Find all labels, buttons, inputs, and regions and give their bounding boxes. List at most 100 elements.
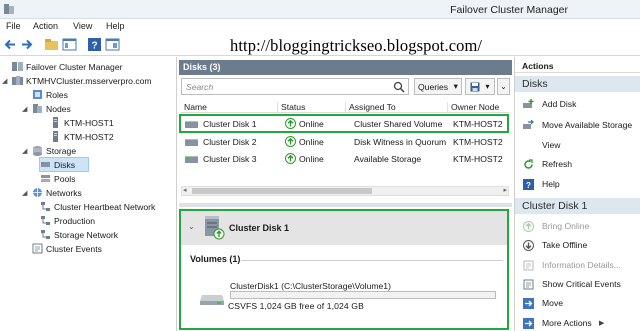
nodes-icon	[33, 104, 42, 113]
expanded-icon[interactable]: ◢	[2, 77, 10, 85]
networks-icon	[33, 188, 42, 197]
navigation-tree: Failover Cluster Manager ◢ KTMHVCluster.…	[0, 57, 177, 331]
tree-item-heartbeat-network[interactable]: Cluster Heartbeat Network	[40, 200, 155, 213]
cluster-icon	[12, 76, 23, 85]
expanded-icon[interactable]: ◢	[22, 189, 30, 197]
tree-label: Nodes	[46, 103, 71, 114]
disk-assigned-to: Available Storage	[354, 154, 422, 164]
tree-item-networks[interactable]: ◢ Networks	[22, 186, 82, 199]
submenu-arrow-icon: ▶	[599, 320, 605, 327]
tree-label: Cluster Events	[46, 243, 102, 254]
menu-action[interactable]: Action	[33, 21, 58, 31]
queries-button[interactable]: Queries ▾	[414, 78, 462, 95]
tree-item-disks[interactable]: Disks	[39, 157, 89, 172]
console-tree-icon[interactable]	[62, 37, 77, 52]
table-row[interactable]: Cluster Disk 3 Online Available Storage …	[181, 152, 507, 167]
tree-label: KTMHVCluster.msserverpro.com	[26, 75, 152, 86]
menu-help[interactable]: Help	[106, 21, 125, 31]
search-input[interactable]: Search	[181, 78, 409, 95]
action-add-disk[interactable]: Add Disk	[515, 96, 640, 112]
failover-manager-icon	[12, 62, 23, 71]
action-information-details[interactable]: Information Details...	[515, 257, 640, 273]
column-assigned-to[interactable]: Assigned To	[345, 102, 445, 113]
actions-pane: Actions Disks Add Disk Move Available St…	[514, 57, 640, 331]
action-label: Bring Online	[542, 221, 590, 231]
refresh-icon	[524, 158, 533, 169]
disk-status: Online	[299, 137, 324, 147]
horizontal-scrollbar[interactable]: ◂ ▸	[181, 186, 509, 196]
action-label: Show Critical Events	[542, 279, 621, 289]
tree-label: Roles	[46, 89, 68, 100]
action-help[interactable]: ? Help	[515, 176, 640, 192]
actions-section-disks[interactable]: Disks	[515, 76, 640, 92]
search-icon[interactable]	[393, 81, 405, 93]
scroll-right-icon[interactable]: ▸	[503, 186, 507, 194]
disk-icon	[185, 156, 198, 163]
take-offline-icon	[523, 239, 534, 251]
tree-label: Storage	[46, 145, 77, 156]
tree-label: KTM-HOST2	[64, 131, 114, 142]
storage-icon	[33, 146, 42, 156]
pools-icon	[41, 175, 50, 182]
properties-icon[interactable]	[105, 37, 120, 52]
roles-icon	[33, 90, 42, 99]
action-move[interactable]: Move	[515, 295, 640, 311]
menu-file[interactable]: File	[6, 21, 21, 31]
action-show-critical-events[interactable]: Show Critical Events	[515, 276, 640, 292]
forward-arrow-icon[interactable]	[19, 37, 34, 52]
tree-item-pools[interactable]: Pools	[40, 172, 76, 185]
save-query-button[interactable]: ▾	[465, 78, 495, 95]
pane-splitter[interactable]	[179, 203, 512, 207]
action-label: Move Available Storage	[542, 120, 633, 130]
actions-section-cluster-disk[interactable]: Cluster Disk 1	[515, 198, 640, 214]
add-disk-icon	[523, 98, 534, 108]
bring-online-icon	[523, 220, 534, 232]
save-icon	[470, 82, 480, 91]
tree-item-ktm-host2[interactable]: KTM-HOST2	[40, 130, 114, 143]
up-folder-icon[interactable]	[44, 37, 59, 52]
action-bring-online[interactable]: Bring Online	[515, 218, 640, 234]
tree-item-storage[interactable]: ◢ Storage	[22, 144, 76, 157]
tree-item-storage-network[interactable]: Storage Network	[40, 228, 118, 241]
expanded-icon[interactable]: ◢	[22, 147, 30, 155]
tree-item-failover-manager[interactable]: Failover Cluster Manager	[2, 60, 122, 73]
action-label: View	[542, 140, 561, 150]
action-label: Add Disk	[542, 99, 577, 109]
collapse-pane-button[interactable]: ⌄	[497, 78, 510, 95]
action-more-actions[interactable]: More Actions ▶	[515, 315, 640, 331]
action-label: Information Details...	[542, 260, 621, 270]
disk-owner-node: KTM-HOST2	[453, 154, 503, 164]
events-icon	[32, 243, 43, 254]
tree-item-cluster[interactable]: ◢ KTMHVCluster.msserverpro.com	[2, 74, 152, 87]
menu-view[interactable]: View	[73, 21, 92, 31]
scrollbar-thumb[interactable]	[192, 188, 372, 194]
online-status-icon	[285, 136, 296, 147]
tree-label: Disks	[54, 159, 76, 170]
scroll-left-icon[interactable]: ◂	[183, 186, 187, 194]
critical-events-icon	[523, 279, 534, 289]
expanded-icon[interactable]: ◢	[22, 105, 30, 113]
action-label: Move	[542, 298, 564, 308]
disks-header: Disks (3)	[179, 60, 512, 75]
back-arrow-icon[interactable]	[3, 37, 18, 52]
action-view[interactable]: View	[515, 137, 640, 153]
tree-label: Production	[54, 215, 96, 226]
disk-icon	[185, 139, 198, 146]
tree-item-nodes[interactable]: ◢ Nodes	[22, 102, 71, 115]
help-toolbar-icon[interactable]: ?	[87, 37, 102, 52]
action-move-available-storage[interactable]: Move Available Storage	[515, 117, 640, 133]
tree-item-cluster-events[interactable]: Cluster Events	[22, 242, 102, 255]
tree-item-roles[interactable]: Roles	[22, 88, 68, 101]
queries-label: Queries	[418, 81, 449, 92]
disk-assigned-to: Disk Witness in Quorum	[354, 137, 447, 147]
server-icon	[53, 117, 58, 128]
title-bar: Failover Cluster Manager	[0, 0, 640, 19]
column-name[interactable]: Name	[181, 102, 275, 113]
column-status[interactable]: Status	[277, 102, 343, 113]
table-row[interactable]: Cluster Disk 2 Online Disk Witness in Qu…	[181, 135, 507, 150]
action-take-offline[interactable]: Take Offline	[515, 237, 640, 253]
tree-item-ktm-host1[interactable]: KTM-HOST1	[40, 116, 114, 129]
column-owner-node[interactable]: Owner Node	[447, 102, 509, 113]
action-refresh[interactable]: Refresh	[515, 156, 640, 172]
tree-item-production[interactable]: Production	[40, 214, 95, 227]
